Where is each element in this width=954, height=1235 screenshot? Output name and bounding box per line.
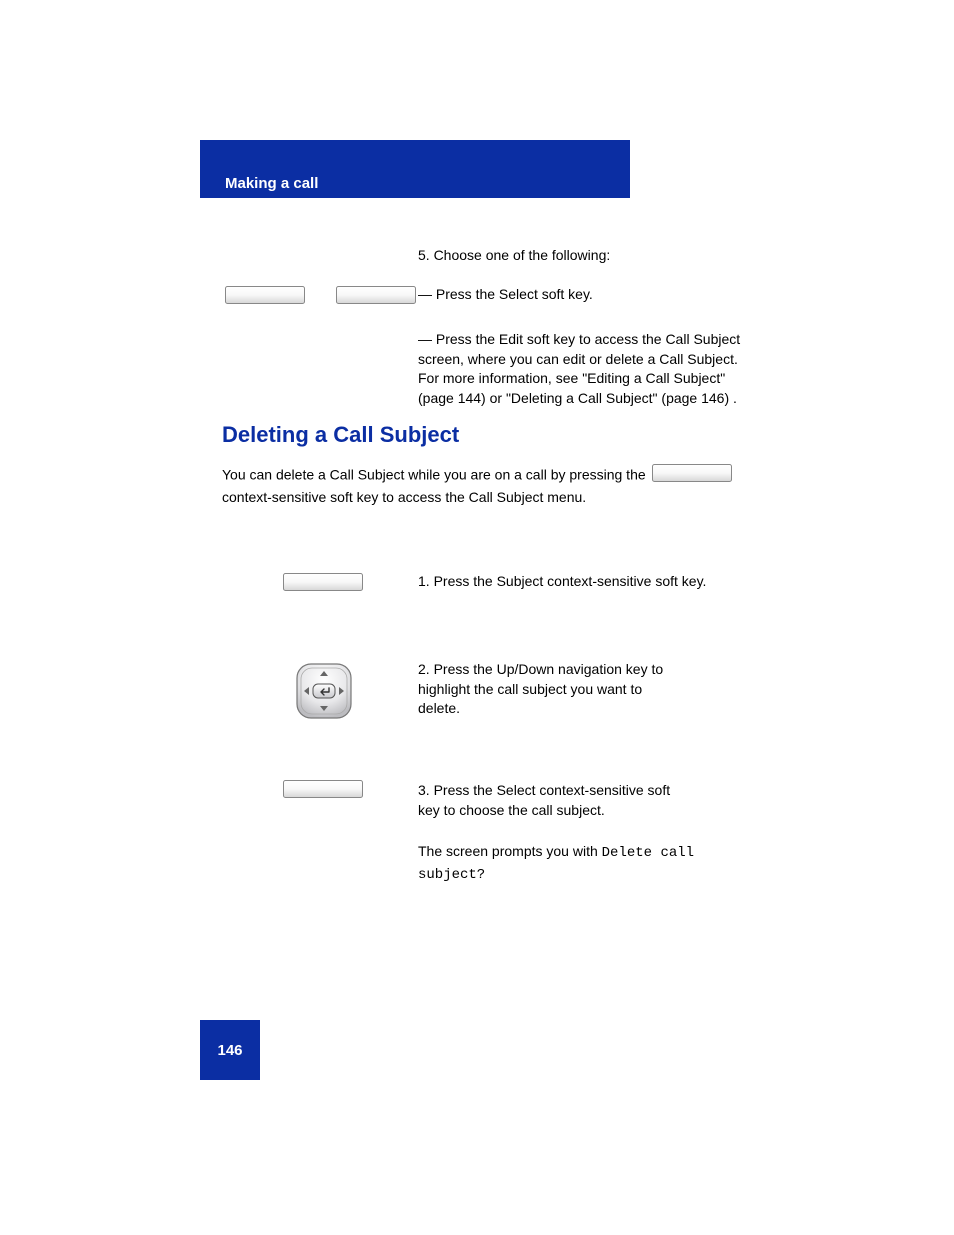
intro-b: context-sensitive soft key to access the…	[222, 489, 586, 505]
step1-softkey	[283, 573, 363, 591]
running-header: Making a call	[225, 175, 318, 192]
step5-bullet-a: — Press the Select soft key.	[418, 286, 593, 302]
step2-l1: 2. Press the Up/Down navigation key to	[418, 661, 663, 677]
step3-prompt-prefix: The screen prompts you with	[418, 843, 602, 859]
step5-or: or	[490, 390, 506, 406]
page-number-box: 146	[200, 1020, 260, 1080]
step1-text: 1. Press the Subject context-sensitive s…	[418, 573, 756, 589]
softkey-edit	[336, 286, 416, 304]
step5-text-block-a: 5. Choose one of the following: — Press …	[418, 246, 756, 305]
step5-text-block-b: — Press the Edit soft key to access the …	[418, 330, 756, 408]
section-intro: You can delete a Call Subject while you …	[222, 464, 757, 508]
softkey-subject	[283, 573, 363, 591]
step3-text: 3. Press the Select context-sensitive so…	[418, 780, 756, 885]
section-heading: Deleting a Call Subject	[222, 422, 459, 448]
step2-text: 2. Press the Up/Down navigation key to h…	[418, 660, 756, 719]
step5-period: .	[733, 390, 737, 406]
step3-l2: key to choose the call subject.	[418, 802, 605, 818]
softkey-select-step3	[283, 780, 363, 798]
step2-l3: delete.	[418, 700, 460, 716]
step5-link2[interactable]: "Deleting a Call Subject" (page 146)	[506, 390, 729, 406]
nav-pad-icon	[293, 660, 355, 727]
step5-line: 5. Choose one of the following:	[418, 247, 610, 263]
step5-softkeys	[225, 286, 416, 304]
softkey-select	[225, 286, 305, 304]
step2-l2: highlight the call subject you want to	[418, 681, 642, 697]
step3-l1: 3. Press the Select context-sensitive so…	[418, 782, 670, 798]
softkey-subject-inline	[652, 464, 732, 487]
page-number: 146	[217, 1042, 242, 1059]
document-page: Making a call 5. Choose one of t	[0, 0, 954, 1235]
intro-a: You can delete a Call Subject while you …	[222, 466, 650, 482]
step3-softkey	[283, 780, 363, 798]
